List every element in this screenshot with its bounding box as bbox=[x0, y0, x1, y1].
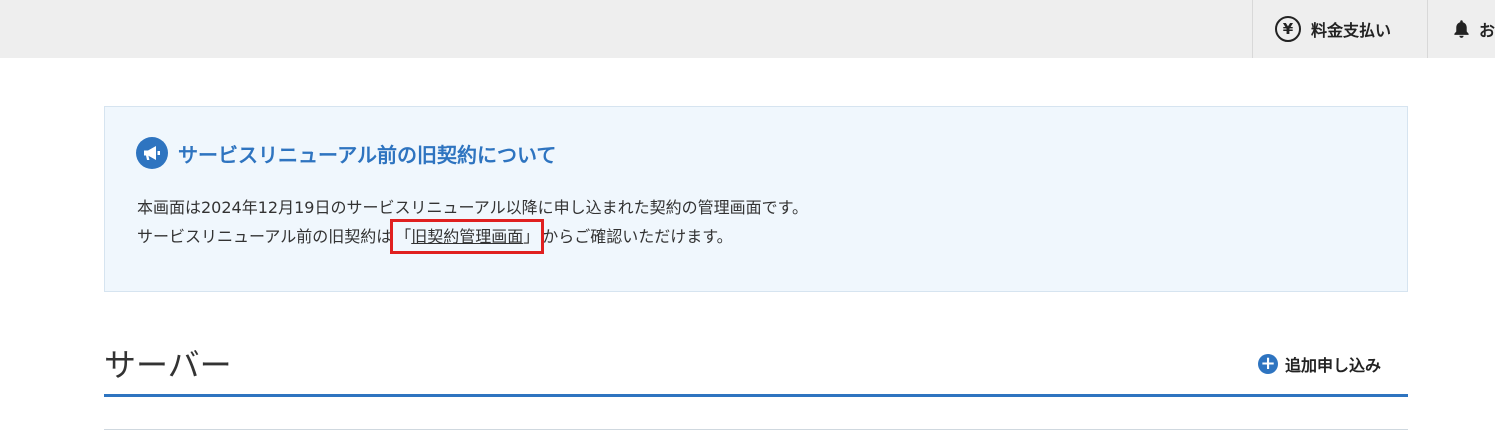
payment-menu[interactable]: ¥ 料金支払い bbox=[1252, 0, 1427, 58]
old-contract-notice: サービスリニューアル前の旧契約について 本画面は2024年12月19日のサービス… bbox=[104, 106, 1408, 292]
notifications-label: お bbox=[1478, 21, 1495, 40]
notice-line-1: 本画面は2024年12月19日のサービスリニューアル以降に申し込まれた契約の管理… bbox=[137, 198, 809, 217]
old-contract-management-link[interactable]: 旧契約管理画面 bbox=[411, 227, 523, 246]
add-application-label: 追加申し込み bbox=[1285, 356, 1382, 375]
old-contract-link-highlight: 「旧契約管理画面」 bbox=[390, 219, 545, 254]
notice-line-2: サービスリニューアル前の旧契約は 「旧契約管理画面」 からご確認いただけます。 bbox=[137, 219, 808, 254]
bracket-close: 」 bbox=[523, 227, 540, 246]
notice-title-text: サービスリニューアル前の旧契約について bbox=[178, 142, 557, 167]
megaphone-icon bbox=[136, 137, 168, 169]
payment-label: 料金支払い bbox=[1311, 21, 1392, 40]
bracket-open: 「 bbox=[395, 227, 412, 246]
notice-line-2-suffix: からご確認いただけます。 bbox=[542, 227, 733, 246]
notice-body: 本画面は2024年12月19日のサービスリニューアル以降に申し込まれた契約の管理… bbox=[137, 193, 809, 254]
top-bar: ¥ 料金支払い お bbox=[0, 0, 1495, 58]
yen-icon: ¥ bbox=[1275, 16, 1301, 42]
section-divider bbox=[104, 394, 1408, 397]
bell-icon bbox=[1454, 20, 1469, 38]
add-application-button[interactable]: + 追加申し込み bbox=[1258, 352, 1381, 376]
notifications-menu[interactable]: お bbox=[1427, 0, 1495, 58]
plus-circle-icon: + bbox=[1258, 354, 1278, 374]
table-top-border bbox=[104, 429, 1408, 430]
notice-title: サービスリニューアル前の旧契約について bbox=[136, 137, 556, 169]
notice-line-2-prefix: サービスリニューアル前の旧契約は bbox=[137, 227, 393, 246]
section-title: サーバー bbox=[104, 346, 232, 384]
